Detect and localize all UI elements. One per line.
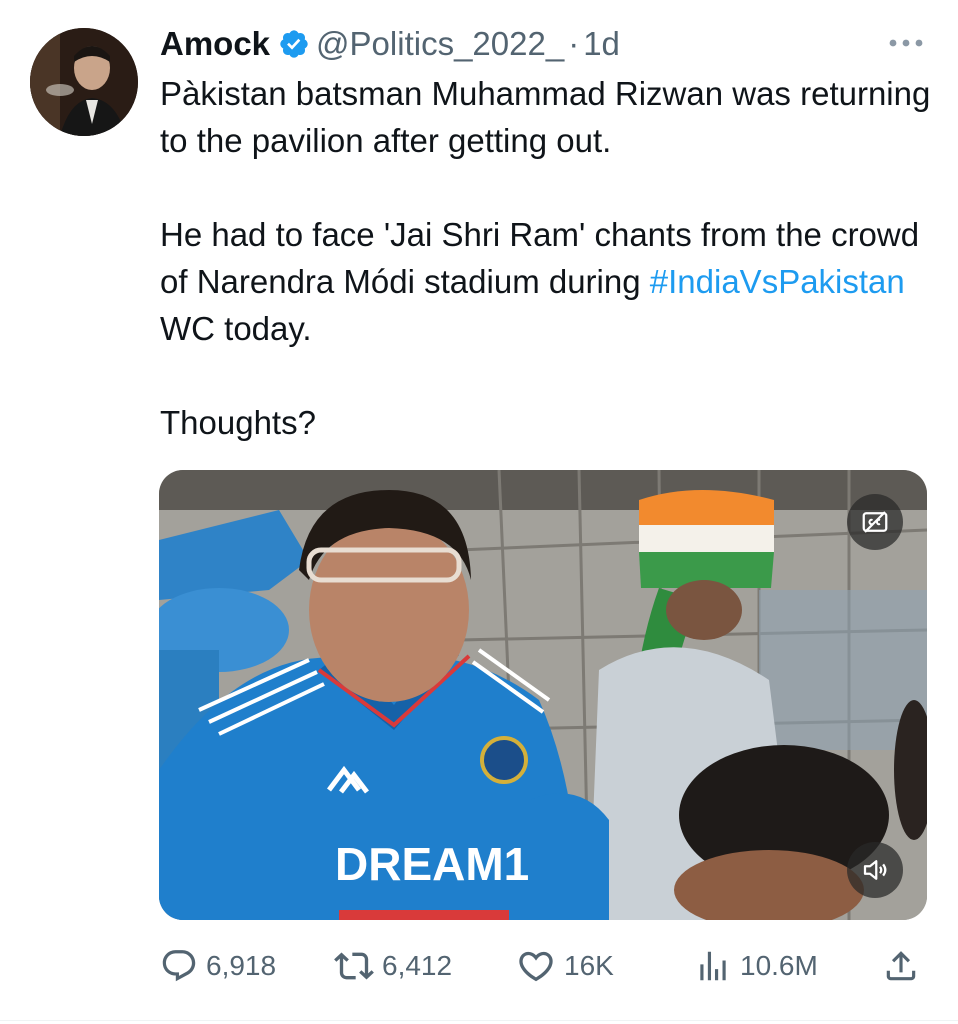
retweet-icon [334, 952, 374, 980]
retweet-count: 6,412 [382, 950, 453, 981]
verified-badge-icon [278, 28, 310, 60]
share-button[interactable] [882, 942, 928, 990]
share-icon [886, 951, 916, 981]
author-avatar[interactable] [30, 28, 138, 136]
tweet-paragraph-3: Thoughts? [160, 404, 316, 441]
bottom-divider [0, 1020, 958, 1021]
tweet-header: Amock @Politics_2022_ · 1d [160, 24, 620, 64]
volume-button[interactable] [847, 842, 903, 898]
avatar-image [30, 28, 138, 136]
views-count: 10.6M [740, 950, 818, 981]
reply-icon [162, 950, 196, 982]
author-handle[interactable]: @Politics_2022_ [316, 24, 564, 64]
captions-icon [862, 511, 888, 533]
views-button[interactable]: 10.6M [694, 942, 818, 990]
tweet-video[interactable]: DREAM11 [159, 470, 927, 920]
jersey-text: DREAM11 [335, 838, 552, 890]
retweet-button[interactable]: 6,412 [334, 942, 452, 990]
more-options-button[interactable] [886, 28, 926, 58]
views-chart-icon [700, 951, 726, 981]
tweet-text: Pàkistan batsman Muhammad Rizwan was ret… [160, 70, 940, 446]
like-count: 16K [564, 950, 614, 981]
tweet-paragraph-2-tail: WC today. [160, 310, 312, 347]
header-separator: · [568, 25, 580, 62]
volume-icon [863, 860, 887, 880]
author-display-name[interactable]: Amock [160, 24, 270, 64]
heart-icon [519, 951, 553, 982]
tweet-timestamp[interactable]: 1d [583, 24, 620, 64]
more-dots-icon [889, 39, 923, 47]
hashtag-link[interactable]: #IndiaVsPakistan [650, 263, 905, 300]
like-button[interactable]: 16K [516, 942, 614, 990]
tweet-action-bar: 6,918 6,412 16K 10.6M [160, 942, 930, 990]
reply-count: 6,918 [206, 950, 277, 981]
video-frame: DREAM11 [159, 470, 927, 920]
tweet-paragraph-1: Pàkistan batsman Muhammad Rizwan was ret… [160, 75, 931, 159]
reply-button[interactable]: 6,918 [160, 942, 276, 990]
tweet-paragraph-2: He had to face 'Jai Shri Ram' chants fro… [160, 211, 940, 352]
captions-button[interactable] [847, 494, 903, 550]
